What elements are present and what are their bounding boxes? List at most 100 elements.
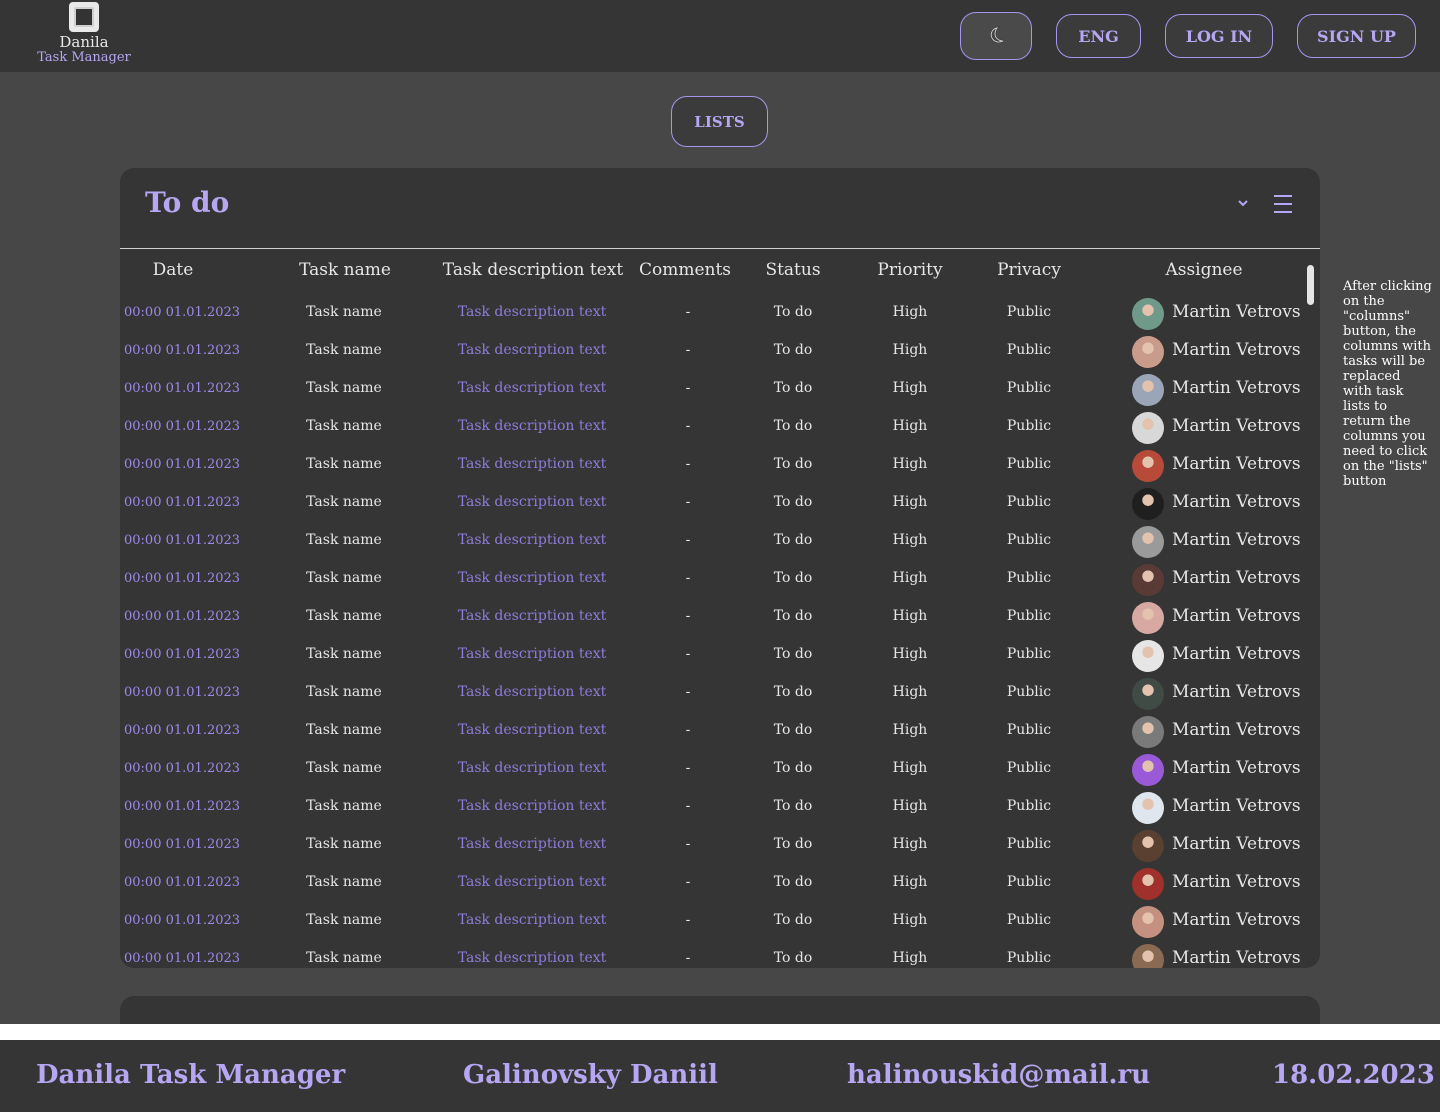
table-scrollbar[interactable] — [1307, 265, 1314, 305]
task-name[interactable]: Task name — [284, 608, 404, 624]
avatar[interactable] — [1132, 412, 1164, 444]
table-row[interactable]: 00:00 01.01.2023 Task name Task descriptio… — [120, 371, 1320, 409]
task-description[interactable]: Task description text — [442, 380, 622, 396]
task-assignee[interactable]: Martin Vetrovs — [1172, 720, 1301, 740]
task-name[interactable]: Task name — [284, 380, 404, 396]
task-name[interactable]: Task name — [284, 760, 404, 776]
table-row[interactable]: 00:00 01.01.2023 Task name Task descriptio… — [120, 599, 1320, 637]
avatar[interactable] — [1132, 716, 1164, 748]
task-name[interactable]: Task name — [284, 798, 404, 814]
task-assignee[interactable]: Martin Vetrovs — [1172, 758, 1301, 778]
table-row[interactable]: 00:00 01.01.2023 Task name Task descriptio… — [120, 827, 1320, 865]
table-row[interactable]: 00:00 01.01.2023 Task name Task descriptio… — [120, 333, 1320, 371]
column-header-description[interactable]: Task description text — [442, 260, 624, 280]
task-assignee[interactable]: Martin Vetrovs — [1172, 530, 1301, 550]
avatar[interactable] — [1132, 602, 1164, 634]
table-row[interactable]: 00:00 01.01.2023 Task name Task descriptio… — [120, 789, 1320, 827]
language-button[interactable]: ENG — [1056, 14, 1141, 58]
task-date[interactable]: 00:00 01.01.2023 — [124, 571, 240, 586]
login-button[interactable]: LOG IN — [1165, 14, 1273, 58]
signup-button[interactable]: SIGN UP — [1297, 14, 1416, 58]
column-header-privacy[interactable]: Privacy — [986, 260, 1072, 280]
task-date[interactable]: 00:00 01.01.2023 — [124, 419, 240, 434]
task-date[interactable]: 00:00 01.01.2023 — [124, 761, 240, 776]
column-header-date[interactable]: Date — [140, 260, 206, 280]
avatar[interactable] — [1132, 754, 1164, 786]
task-date[interactable]: 00:00 01.01.2023 — [124, 609, 240, 624]
avatar[interactable] — [1132, 640, 1164, 672]
avatar[interactable] — [1132, 868, 1164, 900]
task-name[interactable]: Task name — [284, 418, 404, 434]
task-date[interactable]: 00:00 01.01.2023 — [124, 305, 240, 320]
task-assignee[interactable]: Martin Vetrovs — [1172, 416, 1301, 436]
avatar[interactable] — [1132, 526, 1164, 558]
column-header-comments[interactable]: Comments — [638, 260, 732, 280]
task-assignee[interactable]: Martin Vetrovs — [1172, 796, 1301, 816]
task-description[interactable]: Task description text — [442, 456, 622, 472]
avatar[interactable] — [1132, 298, 1164, 330]
task-description[interactable]: Task description text — [442, 950, 622, 966]
task-date[interactable]: 00:00 01.01.2023 — [124, 381, 240, 396]
task-assignee[interactable]: Martin Vetrovs — [1172, 568, 1301, 588]
table-row[interactable]: 00:00 01.01.2023 Task name Task descriptio… — [120, 485, 1320, 523]
task-description[interactable]: Task description text — [442, 684, 622, 700]
task-name[interactable]: Task name — [284, 532, 404, 548]
table-row[interactable]: 00:00 01.01.2023 Task name Task descriptio… — [120, 295, 1320, 333]
task-assignee[interactable]: Martin Vetrovs — [1172, 302, 1301, 322]
avatar[interactable] — [1132, 906, 1164, 938]
task-description[interactable]: Task description text — [442, 342, 622, 358]
table-row[interactable]: 00:00 01.01.2023 Task name Task descriptio… — [120, 637, 1320, 675]
task-name[interactable]: Task name — [284, 836, 404, 852]
task-date[interactable]: 00:00 01.01.2023 — [124, 457, 240, 472]
chevron-down-icon[interactable] — [1236, 196, 1250, 210]
column-header-status[interactable]: Status — [756, 260, 830, 280]
task-name[interactable]: Task name — [284, 684, 404, 700]
avatar[interactable] — [1132, 944, 1164, 968]
task-assignee[interactable]: Martin Vetrovs — [1172, 682, 1301, 702]
avatar[interactable] — [1132, 488, 1164, 520]
task-description[interactable]: Task description text — [442, 494, 622, 510]
task-date[interactable]: 00:00 01.01.2023 — [124, 951, 240, 966]
task-assignee[interactable]: Martin Vetrovs — [1172, 872, 1301, 892]
task-date[interactable]: 00:00 01.01.2023 — [124, 685, 240, 700]
task-date[interactable]: 00:00 01.01.2023 — [124, 837, 240, 852]
task-description[interactable]: Task description text — [442, 722, 622, 738]
table-row[interactable]: 00:00 01.01.2023 Task name Task descriptio… — [120, 713, 1320, 751]
lists-button[interactable]: LISTS — [671, 96, 768, 147]
avatar[interactable] — [1132, 564, 1164, 596]
task-name[interactable]: Task name — [284, 874, 404, 890]
task-description[interactable]: Task description text — [442, 532, 622, 548]
task-description[interactable]: Task description text — [442, 608, 622, 624]
task-date[interactable]: 00:00 01.01.2023 — [124, 913, 240, 928]
task-description[interactable]: Task description text — [442, 874, 622, 890]
table-row[interactable]: 00:00 01.01.2023 Task name Task descriptio… — [120, 561, 1320, 599]
columns-menu-icon[interactable] — [1273, 194, 1293, 214]
task-date[interactable]: 00:00 01.01.2023 — [124, 799, 240, 814]
task-name[interactable]: Task name — [284, 342, 404, 358]
task-name[interactable]: Task name — [284, 912, 404, 928]
footer-email[interactable]: halinouskid@mail.ru — [847, 1060, 1150, 1090]
task-date[interactable]: 00:00 01.01.2023 — [124, 533, 240, 548]
theme-toggle-button[interactable] — [960, 12, 1032, 60]
task-description[interactable]: Task description text — [442, 304, 622, 320]
avatar[interactable] — [1132, 792, 1164, 824]
task-name[interactable]: Task name — [284, 570, 404, 586]
column-header-assignee[interactable]: Assignee — [1150, 260, 1258, 280]
table-row[interactable]: 00:00 01.01.2023 Task name Task descriptio… — [120, 903, 1320, 941]
table-row[interactable]: 00:00 01.01.2023 Task name Task descriptio… — [120, 865, 1320, 903]
task-assignee[interactable]: Martin Vetrovs — [1172, 340, 1301, 360]
task-assignee[interactable]: Martin Vetrovs — [1172, 492, 1301, 512]
task-description[interactable]: Task description text — [442, 570, 622, 586]
task-assignee[interactable]: Martin Vetrovs — [1172, 644, 1301, 664]
table-row[interactable]: 00:00 01.01.2023 Task name Task descriptio… — [120, 409, 1320, 447]
table-row[interactable]: 00:00 01.01.2023 Task name Task descriptio… — [120, 941, 1320, 968]
task-assignee[interactable]: Martin Vetrovs — [1172, 454, 1301, 474]
task-name[interactable]: Task name — [284, 494, 404, 510]
task-assignee[interactable]: Martin Vetrovs — [1172, 606, 1301, 626]
task-name[interactable]: Task name — [284, 304, 404, 320]
task-description[interactable]: Task description text — [442, 912, 622, 928]
avatar[interactable] — [1132, 374, 1164, 406]
table-row[interactable]: 00:00 01.01.2023 Task name Task descriptio… — [120, 523, 1320, 561]
task-name[interactable]: Task name — [284, 646, 404, 662]
table-row[interactable]: 00:00 01.01.2023 Task name Task descriptio… — [120, 751, 1320, 789]
